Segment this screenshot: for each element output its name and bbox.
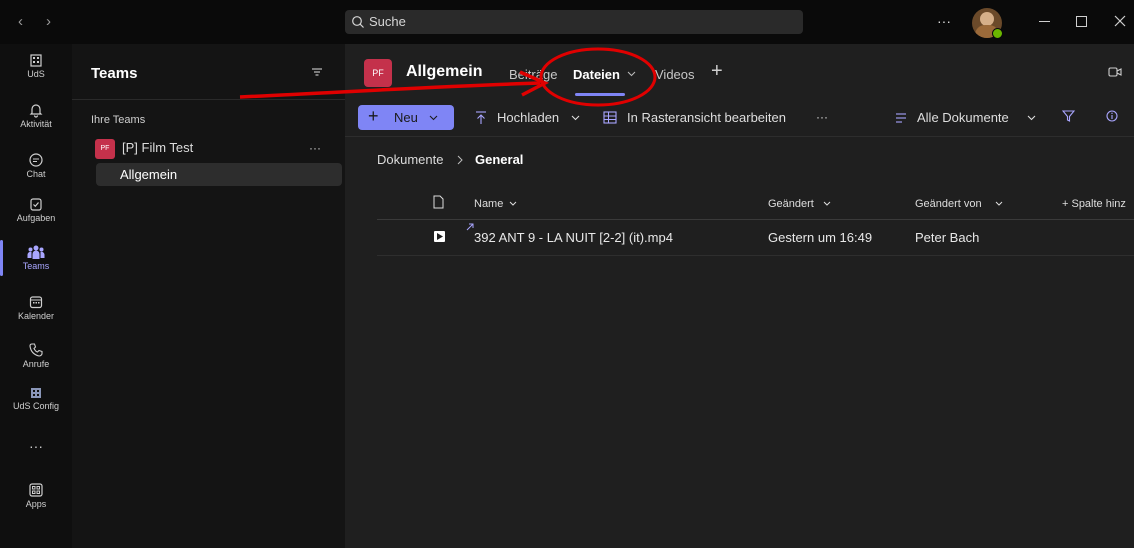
annotation-circle [539, 47, 657, 107]
annotation-overlay [239, 47, 657, 107]
annotation-arrow-line [239, 81, 541, 99]
